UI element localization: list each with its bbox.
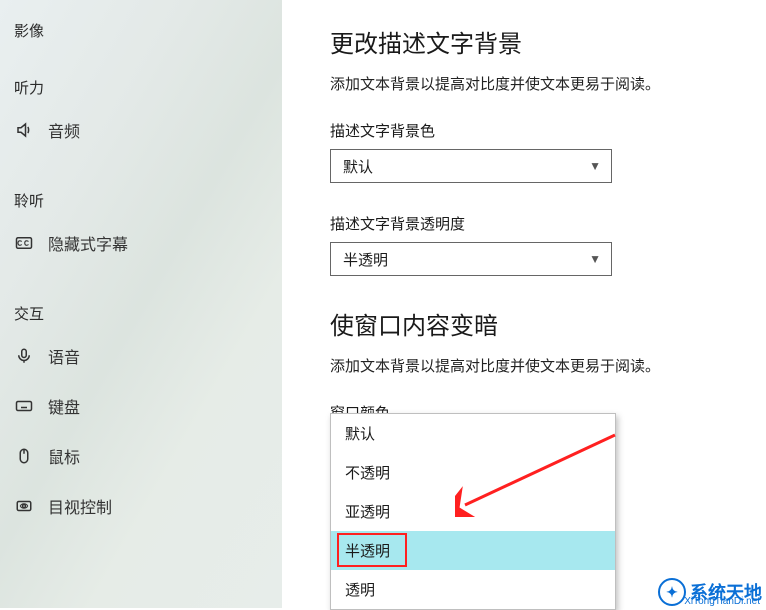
cc-icon [14,233,34,253]
select-caption-bg-opacity[interactable]: 半透明 ▼ [330,242,612,276]
dropdown-option-semitransparent[interactable]: 半透明 [331,531,615,570]
sidebar-item-label: 键盘 [48,394,80,418]
section-desc-dim-window: 添加文本背景以提高对比度并使文本更易于阅读。 [330,355,736,376]
dropdown-window-color[interactable]: 默认 不透明 亚透明 半透明 透明 [330,413,616,610]
dropdown-option-transparent[interactable]: 透明 [331,570,615,609]
mouse-icon [14,446,34,466]
chevron-down-icon: ▼ [589,159,601,173]
eye-control-icon [14,496,34,516]
select-value: 半透明 [343,249,388,270]
sidebar-item-label: 目视控制 [48,494,112,518]
sidebar-group-listening: 聆听 [0,184,282,215]
select-caption-bg-color[interactable]: 默认 ▼ [330,149,612,183]
section-desc-caption-bg: 添加文本背景以提高对比度并使文本更易于阅读。 [330,73,736,94]
sidebar-item-label: 隐藏式字幕 [48,231,128,255]
sidebar-item-closed-captions[interactable]: 隐藏式字幕 [0,221,282,265]
watermark-url: XiTongTianDi.net [684,596,760,607]
chevron-down-icon: ▼ [589,252,601,266]
field-label-bg-opacity: 描述文字背景透明度 [330,213,736,234]
sidebar-item-label: 音频 [48,118,80,142]
watermark-logo-icon: ✦ [658,578,686,606]
sidebar-item-keyboard[interactable]: 键盘 [0,384,282,428]
microphone-icon [14,346,34,366]
keyboard-icon [14,396,34,416]
sidebar-item-label: 语音 [48,344,80,368]
sidebar-group-hearing: 听力 [0,71,282,102]
section-title-caption-bg: 更改描述文字背景 [330,24,736,59]
dropdown-option-default[interactable]: 默认 [331,414,615,453]
sidebar-item-speech[interactable]: 语音 [0,334,282,378]
dropdown-option-opaque[interactable]: 不透明 [331,453,615,492]
settings-sidebar: 影像 听力 音频 聆听 隐藏式字幕 交互 语音 键盘 鼠标 [0,0,282,608]
speaker-icon [14,120,34,140]
sidebar-item-audio[interactable]: 音频 [0,108,282,152]
sidebar-item-eye-control[interactable]: 目视控制 [0,484,282,528]
section-title-dim-window: 使窗口内容变暗 [330,306,736,341]
sidebar-group-video: 影像 [0,14,282,45]
dropdown-option-semitranslucent[interactable]: 亚透明 [331,492,615,531]
sidebar-item-label: 鼠标 [48,444,80,468]
sidebar-group-interaction: 交互 [0,297,282,328]
select-value: 默认 [343,156,373,177]
sidebar-item-mouse[interactable]: 鼠标 [0,434,282,478]
watermark: ✦ 系统天地 XiTongTianDi.net [658,578,762,606]
field-label-bg-color: 描述文字背景色 [330,120,736,141]
